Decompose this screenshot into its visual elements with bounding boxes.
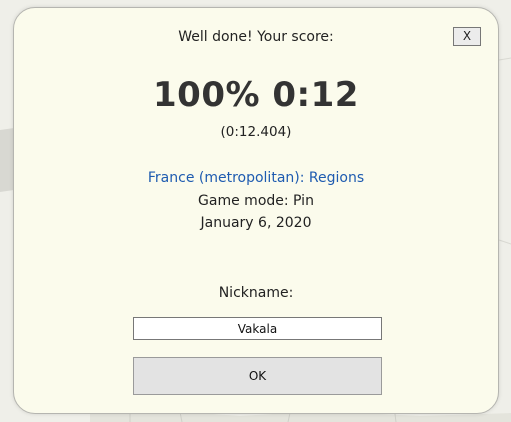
ok-button[interactable]: OK bbox=[133, 357, 382, 395]
score-message: Well done! Your score: bbox=[178, 29, 334, 45]
nickname-input[interactable] bbox=[133, 317, 382, 340]
precise-time: (0:12.404) bbox=[220, 124, 292, 140]
score-dialog: X Well done! Your score: 100% 0:12 (0:12… bbox=[13, 7, 499, 414]
play-date: January 6, 2020 bbox=[200, 215, 312, 231]
score-value: 100% 0:12 bbox=[153, 75, 359, 115]
nickname-label: Nickname: bbox=[218, 285, 294, 301]
quiz-title: France (metropolitan): Regions bbox=[147, 170, 365, 186]
game-mode: Game mode: Pin bbox=[198, 193, 314, 209]
